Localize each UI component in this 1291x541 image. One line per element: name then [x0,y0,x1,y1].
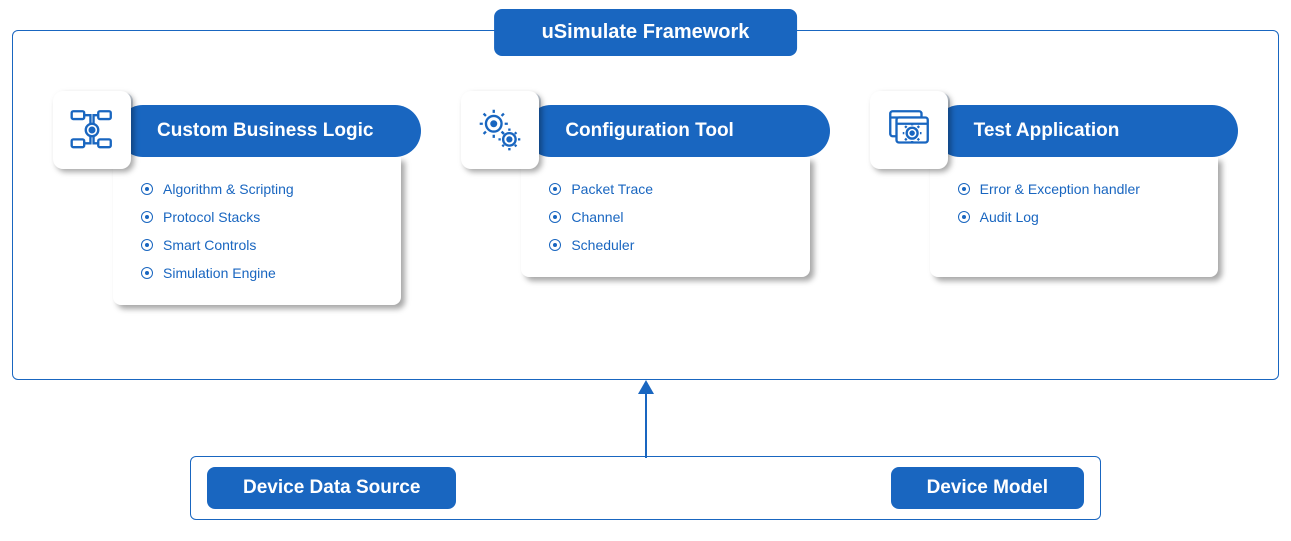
bullet-icon [141,211,153,223]
app-gear-icon [870,91,948,169]
card-body: Error & Exception handler Audit Log [930,157,1218,277]
list-item: Algorithm & Scripting [141,175,381,203]
bullet-icon [141,183,153,195]
gears-icon [461,91,539,169]
list-item: Error & Exception handler [958,175,1198,203]
bullet-icon [549,183,561,195]
card-title: Custom Business Logic [117,105,421,157]
card-title: Test Application [934,105,1238,157]
item-label: Audit Log [980,203,1039,231]
card-title: Configuration Tool [525,105,829,157]
item-label: Scheduler [571,231,634,259]
card-body: Packet Trace Channel Scheduler [521,157,809,277]
item-label: Protocol Stacks [163,203,260,231]
cards-row: Custom Business Logic Algorithm & Script… [13,31,1278,305]
list-item: Audit Log [958,203,1198,231]
card-configuration-tool: Configuration Tool Packet Trace Channel … [461,91,829,305]
list-item: Smart Controls [141,231,381,259]
bullet-icon [958,183,970,195]
item-label: Error & Exception handler [980,175,1140,203]
item-label: Packet Trace [571,175,653,203]
device-model: Device Model [891,467,1084,509]
device-data-source: Device Data Source [207,467,456,509]
card-test-application: Test Application Error & Exception handl… [870,91,1238,305]
arrow-up [645,380,647,458]
flow-icon [53,91,131,169]
list-item: Protocol Stacks [141,203,381,231]
card-custom-business-logic: Custom Business Logic Algorithm & Script… [53,91,421,305]
framework-container: uSimulate Framework Custom Business Logi… [12,30,1279,380]
arrow-line [645,392,647,458]
list-item: Scheduler [549,231,789,259]
list-item: Channel [549,203,789,231]
framework-title: uSimulate Framework [494,9,798,56]
bottom-container: Device Data Source Device Model [190,456,1101,520]
item-label: Channel [571,203,623,231]
bullet-icon [549,239,561,251]
bullet-icon [141,267,153,279]
item-label: Simulation Engine [163,259,276,287]
list-item: Simulation Engine [141,259,381,287]
bullet-icon [958,211,970,223]
item-label: Algorithm & Scripting [163,175,294,203]
card-body: Algorithm & Scripting Protocol Stacks Sm… [113,157,401,305]
bullet-icon [549,211,561,223]
bullet-icon [141,239,153,251]
list-item: Packet Trace [549,175,789,203]
item-label: Smart Controls [163,231,256,259]
